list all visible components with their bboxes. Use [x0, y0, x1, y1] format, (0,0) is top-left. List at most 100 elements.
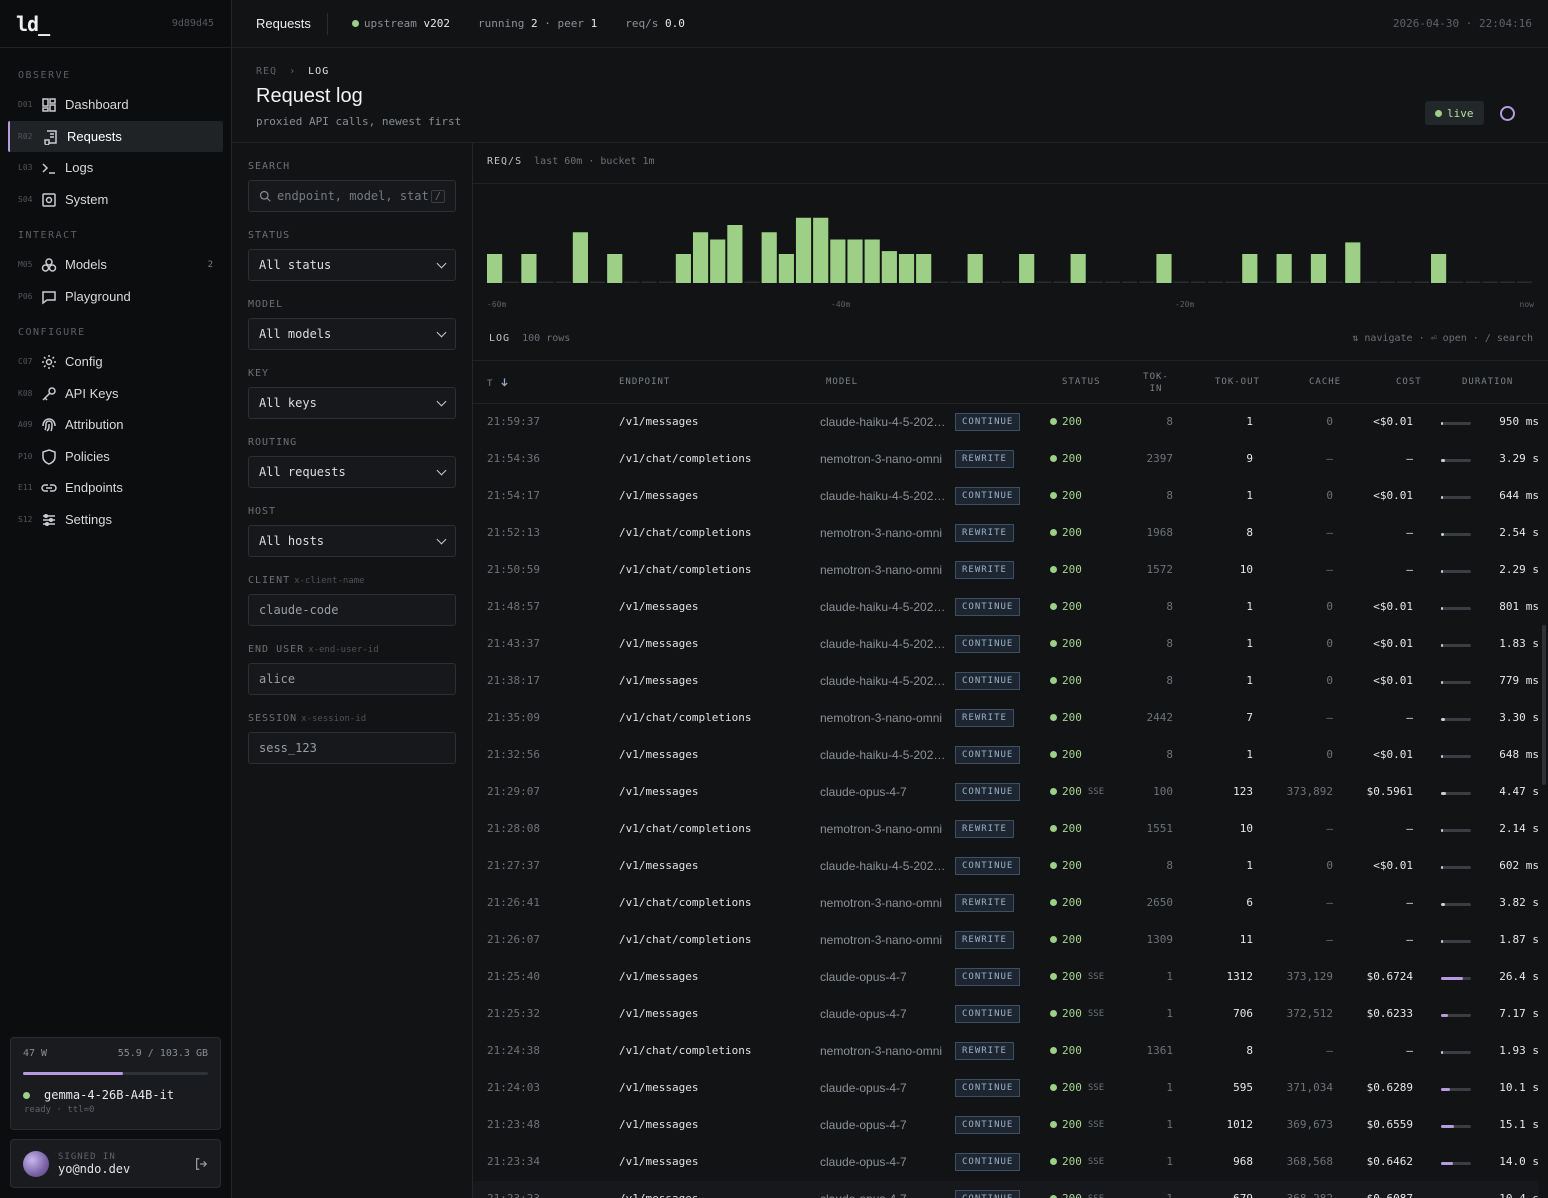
- breadcrumb-parent[interactable]: REQ: [256, 66, 277, 77]
- table-row[interactable]: 21:27:37/v1/messages claude-haiku-4-5-202…: [473, 848, 1539, 885]
- col-cost[interactable]: COST: [1396, 377, 1422, 387]
- sidebar-item-policies[interactable]: P10 Policies: [8, 441, 223, 472]
- table-row[interactable]: 21:59:37/v1/messages claude-haiku-4-5-202…: [473, 404, 1539, 441]
- table-row[interactable]: 21:43:37/v1/messages claude-haiku-4-5-202…: [473, 626, 1539, 663]
- enduser-input[interactable]: alice: [248, 663, 456, 695]
- sidebar-item-requests[interactable]: R02 Requests: [8, 121, 223, 152]
- chart-bar: [607, 254, 623, 283]
- sidebar-item-attribution[interactable]: A09 Attribution: [8, 409, 223, 440]
- table-row[interactable]: 21:23:34/v1/messages claude-opus-4-7 CONTI…: [473, 1144, 1539, 1181]
- table-row[interactable]: 21:52:13/v1/chat/completions nemotron-3-n…: [473, 515, 1539, 552]
- cell-status: 200: [1050, 452, 1082, 465]
- table-row[interactable]: 21:28:08/v1/chat/completions nemotron-3-n…: [473, 811, 1539, 848]
- cell-duration: 7.17 s: [1499, 1007, 1539, 1020]
- col-endpoint[interactable]: ENDPOINT: [619, 377, 670, 387]
- app-logo[interactable]: ld_: [16, 12, 50, 36]
- table-row[interactable]: 21:32:56/v1/messages claude-haiku-4-5-202…: [473, 737, 1539, 774]
- duration-bar-fill: [1441, 940, 1444, 943]
- sliders-icon: [43, 513, 55, 526]
- cell-endpoint: /v1/chat/completions: [619, 563, 752, 576]
- cell-duration: 1.83 s: [1499, 637, 1539, 650]
- table-row[interactable]: 21:24:03/v1/messages claude-opus-4-7 CONTI…: [473, 1070, 1539, 1107]
- table-row[interactable]: 21:26:41/v1/chat/completions nemotron-3-n…: [473, 885, 1539, 922]
- sse-badge: SSE: [1087, 1008, 1105, 1019]
- cell-cost: $0.6724: [1366, 970, 1413, 983]
- sidebar-item-api-keys[interactable]: K08 API Keys: [8, 378, 223, 409]
- chart-bar: [1207, 281, 1224, 283]
- sidebar-item-dashboard[interactable]: D01 Dashboard: [8, 89, 223, 120]
- host-select[interactable]: All hosts: [248, 525, 456, 557]
- cell-time: 21:28:08: [487, 822, 540, 835]
- duration-bar: [1441, 1014, 1471, 1017]
- sidebar-item-config[interactable]: C07 Config: [8, 346, 223, 377]
- nav-code: P06: [18, 292, 33, 301]
- live-toggle[interactable]: live: [1425, 101, 1484, 125]
- table-row[interactable]: 21:23:48/v1/messages claude-opus-4-7 CONTI…: [473, 1107, 1539, 1144]
- sidebar-item-system[interactable]: S04 System: [8, 184, 223, 215]
- col-model[interactable]: MODEL: [826, 377, 858, 387]
- nav-code: E11: [18, 483, 33, 492]
- table-row[interactable]: 21:23:23/v1/messages claude-opus-4-7 CONTI…: [473, 1181, 1539, 1198]
- log-row-count: 100 rows: [522, 333, 571, 344]
- table-row[interactable]: 21:54:17/v1/messages claude-haiku-4-5-202…: [473, 478, 1539, 515]
- col-cache[interactable]: CACHE: [1309, 377, 1341, 387]
- rps-label: req/s: [625, 17, 659, 30]
- logout-icon[interactable]: [194, 1157, 208, 1171]
- sidebar-item-settings[interactable]: S12 Settings: [8, 504, 223, 535]
- nav-code: C07: [18, 357, 33, 366]
- duration-bar: [1441, 829, 1471, 832]
- cell-endpoint: /v1/messages: [619, 637, 699, 650]
- session-input[interactable]: sess_123: [248, 732, 456, 764]
- key-select[interactable]: All keys: [248, 387, 456, 419]
- model-select[interactable]: All models: [248, 318, 456, 350]
- table-row[interactable]: 21:25:32/v1/messages claude-opus-4-7 CONTI…: [473, 996, 1539, 1033]
- cell-tok-out: 1: [1246, 748, 1253, 761]
- table-row[interactable]: 21:29:07/v1/messages claude-opus-4-7 CONTI…: [473, 774, 1539, 811]
- cell-tok-out: 1: [1246, 489, 1253, 502]
- cell-tok-out: 679: [1233, 1192, 1253, 1198]
- client-input[interactable]: claude-code: [248, 594, 456, 626]
- route-badge: CONTINUE: [955, 1079, 1021, 1097]
- col-time[interactable]: T: [487, 377, 509, 389]
- route-badge: CONTINUE: [955, 635, 1021, 653]
- status-code: 200: [1062, 1155, 1082, 1168]
- table-row[interactable]: 21:38:17/v1/messages claude-haiku-4-5-202…: [473, 663, 1539, 700]
- routing-select[interactable]: All requests: [248, 456, 456, 488]
- client-label: CLIENT x-client-name: [248, 575, 365, 586]
- table-row[interactable]: 21:26:07/v1/chat/completions nemotron-3-n…: [473, 922, 1539, 959]
- col-tok-in[interactable]: TOK-IN: [1141, 371, 1171, 395]
- sidebar-item-playground[interactable]: P06 Playground: [8, 281, 223, 312]
- table-row[interactable]: 21:35:09/v1/chat/completions nemotron-3-n…: [473, 700, 1539, 737]
- chart-bar: [675, 254, 691, 283]
- duration-bar: [1441, 681, 1471, 684]
- duration-bar-fill: [1441, 1125, 1454, 1128]
- cell-cache: 0: [1326, 637, 1333, 650]
- duration-bar: [1441, 977, 1471, 980]
- col-status[interactable]: STATUS: [1062, 377, 1101, 387]
- table-row[interactable]: 21:24:38/v1/chat/completions nemotron-3-n…: [473, 1033, 1539, 1070]
- sidebar-item-models[interactable]: M05 Models 2: [8, 249, 223, 280]
- search-input[interactable]: endpoint, model, stat /: [248, 180, 456, 212]
- route-badge: CONTINUE: [955, 857, 1021, 875]
- cell-tok-out: 123: [1233, 785, 1253, 798]
- table-row[interactable]: 21:54:36/v1/chat/completions nemotron-3-n…: [473, 441, 1539, 478]
- sidebar-item-endpoints[interactable]: E11 Endpoints: [8, 472, 223, 503]
- route-badge: CONTINUE: [955, 487, 1021, 505]
- col-tok-out[interactable]: TOK-OUT: [1215, 377, 1260, 387]
- cell-cost: —: [1406, 711, 1413, 724]
- cell-tok-out: 1: [1246, 415, 1253, 428]
- scrollbar[interactable]: [1542, 625, 1546, 785]
- cell-model: nemotron-3-nano-omni: [820, 933, 943, 947]
- chart-bar: [710, 239, 726, 283]
- cell-duration: 3.30 s: [1499, 711, 1539, 724]
- duration-bar-fill: [1441, 459, 1445, 462]
- table-row[interactable]: 21:50:59/v1/chat/completions nemotron-3-n…: [473, 552, 1539, 589]
- duration-bar: [1441, 644, 1471, 647]
- duration-bar: [1441, 570, 1471, 573]
- user-card[interactable]: SIGNED IN yo@ndo.dev: [10, 1139, 221, 1188]
- status-select[interactable]: All status: [248, 249, 456, 281]
- col-duration[interactable]: DURATION: [1462, 377, 1513, 387]
- table-row[interactable]: 21:48:57/v1/messages claude-haiku-4-5-202…: [473, 589, 1539, 626]
- table-row[interactable]: 21:25:40/v1/messages claude-opus-4-7 CONTI…: [473, 959, 1539, 996]
- sidebar-item-logs[interactable]: L03 Logs: [8, 152, 223, 183]
